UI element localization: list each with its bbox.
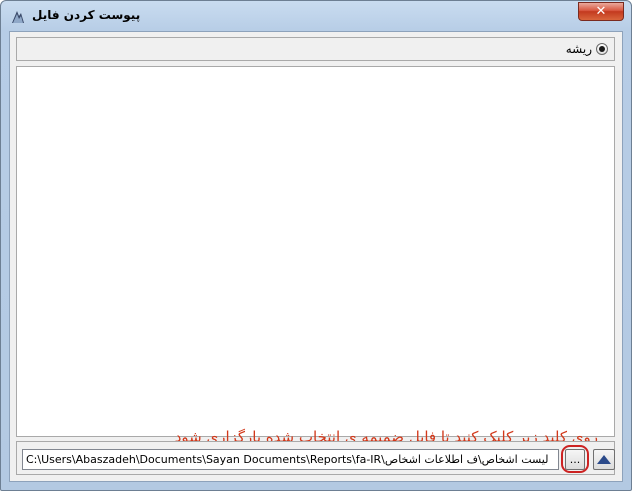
root-radio-button[interactable] <box>596 43 608 55</box>
dialog-client-area: ریشه روی کلید زیر کلیک کنید تا فایل ضمیم… <box>9 31 623 482</box>
file-path-input[interactable] <box>22 449 559 470</box>
upload-button[interactable] <box>593 449 615 470</box>
file-path-bar: ... <box>16 441 615 475</box>
window-title: پیوست کردن فایل <box>32 8 141 22</box>
app-icon <box>12 11 24 23</box>
radio-selected-dot <box>599 46 605 52</box>
root-selector-panel: ریشه <box>16 37 615 61</box>
close-icon: ✕ <box>595 4 607 19</box>
file-content-area: روی کلید زیر کلیک کنید تا فایل ضمیمه ی ا… <box>16 66 615 446</box>
root-radio-option[interactable]: ریشه <box>566 42 608 56</box>
triangle-up-icon <box>597 455 611 464</box>
close-button[interactable]: ✕ <box>578 2 624 21</box>
root-radio-label: ریشه <box>565 42 592 56</box>
browse-button[interactable]: ... <box>565 449 585 470</box>
dialog-window: پیوست کردن فایل ✕ ریشه روی کلید زیر کلیک… <box>0 0 632 491</box>
title-bar[interactable]: پیوست کردن فایل ✕ <box>1 1 631 31</box>
